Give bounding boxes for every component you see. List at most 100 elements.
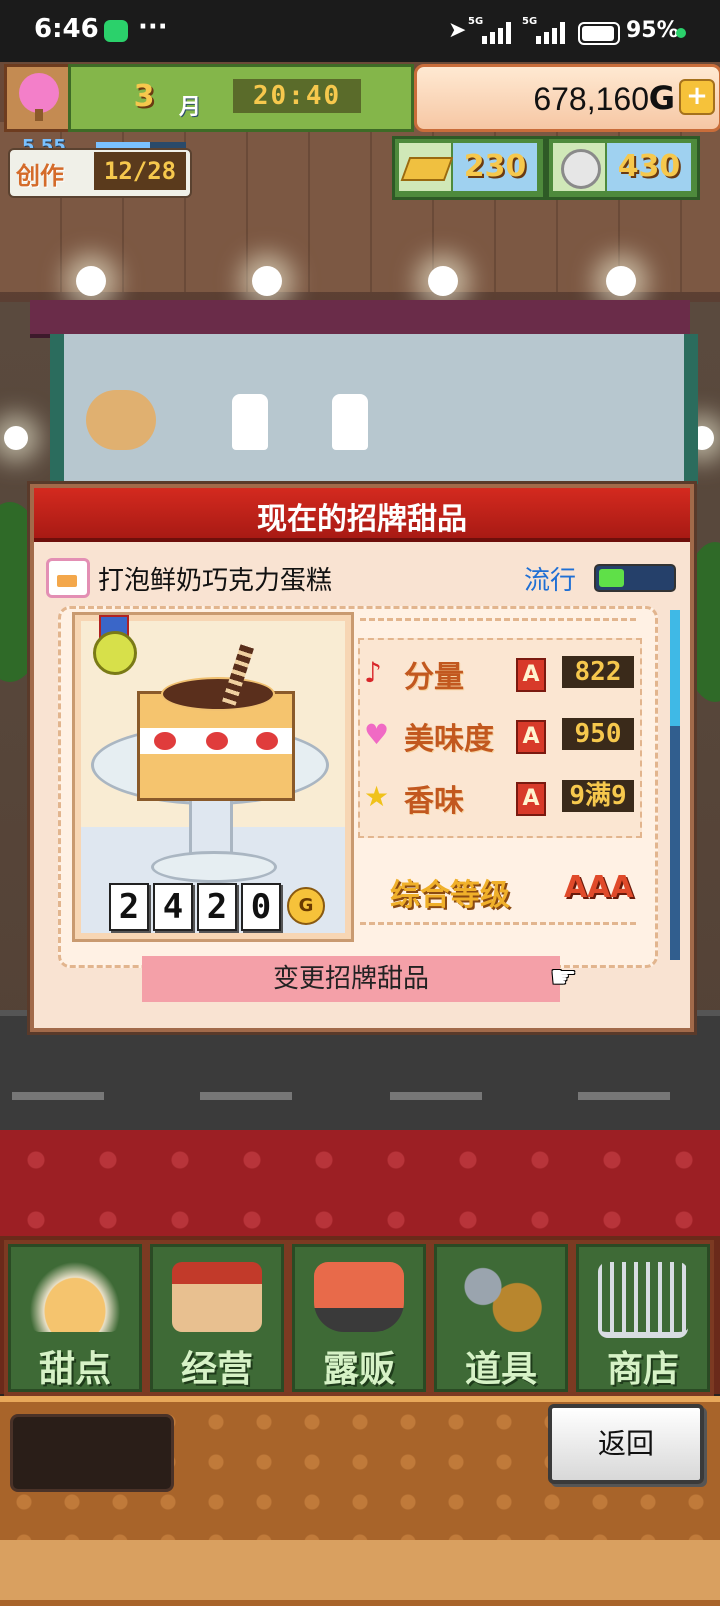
menu-dessert[interactable]: 甜点 — [4, 1240, 146, 1396]
menu-manage[interactable]: 经营 — [146, 1240, 288, 1396]
road-marking — [390, 1092, 482, 1100]
location-arrow-icon: ➤ — [448, 18, 467, 43]
stat-value: 9满9 — [562, 780, 634, 812]
dialog-title: 现在的招牌甜品 — [257, 502, 467, 537]
back-button[interactable]: 返回 — [548, 1404, 704, 1484]
food-truck-icon — [314, 1262, 404, 1332]
stats-list: ♪ 分量 A 822 ♥ 美味度 A 950 ★ 香味 A 9满9 — [358, 638, 642, 838]
stat-value: 822 — [562, 656, 634, 688]
gold-medal-icon — [93, 631, 137, 675]
month-value: 3 — [133, 79, 155, 114]
menu-label: 商店 — [606, 1349, 679, 1390]
dessert-name: 打泡鲜奶巧克力蛋糕 — [98, 566, 333, 596]
gold-bar-value: 230 — [453, 143, 537, 191]
stat-grade: A — [516, 720, 546, 754]
stat-grade: A — [516, 658, 546, 692]
overall-grade-label: 综合等级 — [390, 878, 510, 913]
date-bar: 3 月 20:40 — [68, 64, 414, 132]
cart-icon — [598, 1262, 688, 1338]
cake-icon — [46, 558, 90, 598]
price-digit: 2 — [109, 883, 149, 931]
star-icon: ★ — [364, 780, 390, 813]
lamp-light — [4, 426, 28, 450]
change-signature-dessert-button[interactable]: 变更招牌甜品 — [142, 956, 560, 1002]
g-coin-icon: G — [287, 887, 325, 925]
trend-meter — [594, 564, 676, 592]
menu-label: 甜点 — [38, 1349, 111, 1390]
dessert-image-frame: 2 4 2 0 G — [72, 612, 354, 942]
music-note-icon: ♪ — [364, 656, 382, 689]
privacy-dot — [676, 28, 686, 38]
create-counter[interactable]: 创作 12/28 — [8, 148, 192, 198]
silver-medal-icon — [553, 143, 605, 191]
battery-icon — [578, 22, 620, 45]
medal-value: 430 — [607, 143, 691, 191]
bread-display — [86, 390, 156, 450]
footer-floor — [0, 1540, 720, 1600]
menu-label: 露贩 — [322, 1349, 395, 1390]
shop-awning — [30, 300, 690, 338]
gold-bar-counter[interactable]: 230 — [392, 136, 546, 200]
divider — [360, 618, 636, 621]
empty-slot — [10, 1414, 174, 1492]
stat-value: 950 — [562, 718, 634, 750]
create-count: 12/28 — [94, 152, 186, 190]
stat-grade: A — [516, 782, 546, 816]
signature-dessert-dialog: 现在的招牌甜品 打泡鲜奶巧克力蛋糕 流行 2 4 2 0 G ♪ 分量 A 82… — [30, 484, 694, 1032]
cake-icon — [30, 1262, 120, 1332]
lamp-light — [606, 266, 636, 296]
pink-tree-icon — [19, 73, 59, 113]
panel-scrollbar[interactable] — [670, 610, 680, 960]
dialog-title-bar: 现在的招牌甜品 — [34, 488, 690, 542]
chef-character — [332, 394, 368, 450]
menu-store[interactable]: 商店 — [572, 1240, 714, 1396]
menu-label: 经营 — [180, 1349, 253, 1390]
pointing-hand-icon: ☛ — [550, 960, 577, 995]
add-money-button[interactable]: + — [679, 79, 715, 115]
stat-row-taste: ♥ 美味度 A 950 — [360, 704, 640, 764]
medal-counter[interactable]: 430 — [546, 136, 700, 200]
lamp-light — [76, 266, 106, 296]
signal-bars-icon-2 — [536, 22, 570, 44]
shop-window — [50, 334, 698, 484]
stat-name: 香味 — [404, 784, 464, 819]
stat-name: 分量 — [404, 660, 464, 695]
gold-bar-icon — [399, 143, 454, 191]
trend-label: 流行 — [524, 566, 577, 596]
money-value: 678,160 — [533, 81, 649, 117]
price-digit: 0 — [241, 883, 281, 931]
money-bar: 678,160 G + — [414, 64, 720, 132]
signal-bars-icon — [482, 22, 516, 44]
road-marking — [578, 1092, 670, 1100]
wechat-icon — [104, 20, 128, 42]
road-marking — [200, 1092, 292, 1100]
shop-avatar-button[interactable] — [4, 64, 74, 132]
create-label: 创作 — [16, 162, 64, 190]
game-clock: 20:40 — [233, 79, 361, 113]
price-digit: 4 — [153, 883, 193, 931]
road-marking — [12, 1092, 104, 1100]
status-bar: 6:46 ··· ➤ 5G 5G 95% — [0, 0, 720, 62]
chef-character — [232, 394, 268, 450]
tree-trunk — [35, 109, 43, 121]
month-unit: 月 — [179, 95, 202, 120]
gear-bag-icon — [456, 1262, 546, 1332]
signal-label-1: 5G — [468, 16, 484, 27]
signal-label-2: 5G — [522, 16, 538, 27]
shop-icon — [172, 1262, 262, 1332]
menu-tools[interactable]: 道具 — [430, 1240, 572, 1396]
menu-stall[interactable]: 露贩 — [288, 1240, 430, 1396]
chocolate-plate-decoration — [161, 677, 275, 711]
stat-row-aroma: ★ 香味 A 9满9 — [360, 766, 640, 826]
menu-label: 道具 — [464, 1349, 537, 1390]
lamp-light — [252, 266, 282, 296]
money-unit: G — [648, 79, 675, 117]
stat-name: 美味度 — [404, 722, 494, 757]
battery-percent: 95% — [626, 18, 679, 43]
status-more: ··· — [138, 12, 168, 42]
dessert-image: 2 4 2 0 G — [81, 615, 345, 933]
glass-foot — [151, 851, 277, 883]
overall-grade-value: AAA — [564, 870, 634, 905]
heart-icon: ♥ — [364, 718, 390, 751]
price-digit: 2 — [197, 883, 237, 931]
